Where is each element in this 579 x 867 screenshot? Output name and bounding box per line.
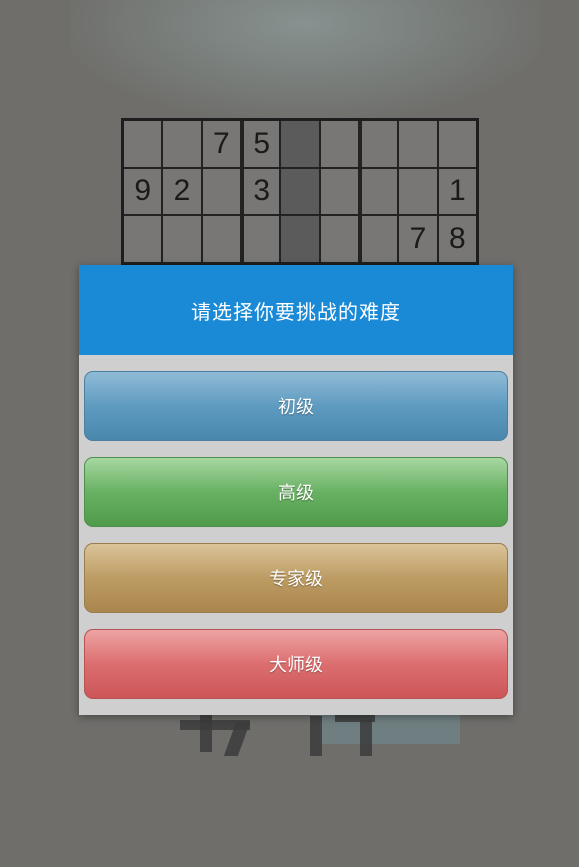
sudoku-cell [281, 121, 319, 167]
sudoku-cell [320, 216, 358, 262]
sudoku-cell: 9 [124, 168, 162, 215]
sudoku-cell [399, 121, 437, 167]
sudoku-cell [202, 216, 240, 262]
difficulty-dialog: 请选择你要挑战的难度 初级 高级 专家级 大师级 [79, 265, 513, 715]
sudoku-cell: 2 [163, 168, 201, 215]
sudoku-cell [124, 216, 162, 262]
master-button-label: 大师级 [269, 655, 323, 676]
advanced-button[interactable]: 高级 [84, 457, 508, 527]
sudoku-cell: 5 [243, 121, 280, 167]
beginner-button-label: 初级 [278, 397, 314, 418]
sudoku-cell: 3 [243, 168, 280, 215]
expert-button[interactable]: 专家级 [84, 543, 508, 613]
sudoku-cell [399, 168, 437, 215]
sudoku-board: 75923178 [121, 118, 479, 265]
sudoku-cell [361, 216, 398, 262]
dialog-header: 请选择你要挑战的难度 [79, 265, 513, 355]
master-button[interactable]: 大师级 [84, 629, 508, 699]
sudoku-cell: 8 [438, 216, 476, 262]
sudoku-cell [202, 168, 240, 215]
background-title-art [170, 712, 460, 772]
sudoku-cell: 1 [438, 168, 476, 215]
sudoku-cell [281, 216, 319, 262]
sudoku-cell: 7 [202, 121, 240, 167]
sudoku-cell [438, 121, 476, 167]
sudoku-cell [163, 121, 201, 167]
sudoku-cell [361, 168, 398, 215]
sudoku-cell [243, 216, 280, 262]
sudoku-cell [320, 121, 358, 167]
background-art [70, 0, 540, 120]
beginner-button[interactable]: 初级 [84, 371, 508, 441]
advanced-button-label: 高级 [278, 483, 314, 504]
sudoku-cell [320, 168, 358, 215]
sudoku-cell [163, 216, 201, 262]
sudoku-cell [361, 121, 398, 167]
sudoku-cell [124, 121, 162, 167]
sudoku-cell: 7 [399, 216, 437, 262]
dialog-title: 请选择你要挑战的难度 [191, 299, 401, 324]
expert-button-label: 专家级 [269, 569, 323, 590]
sudoku-cell [281, 168, 319, 215]
